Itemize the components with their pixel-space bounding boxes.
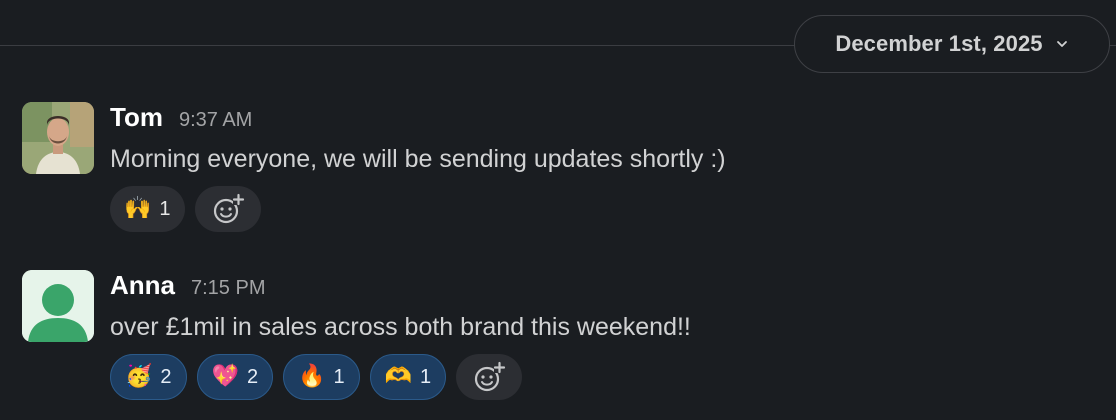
reaction-raising-hands[interactable]: 🙌 1 bbox=[110, 186, 185, 232]
add-reaction-button[interactable] bbox=[456, 354, 523, 400]
avatar[interactable] bbox=[22, 270, 94, 342]
avatar[interactable] bbox=[22, 102, 94, 174]
message-text: Morning everyone, we will be sending upd… bbox=[110, 145, 726, 173]
reaction-bar: 🥳 2 💖 2 🔥 1 🫶 1 bbox=[110, 354, 691, 400]
add-reaction-icon bbox=[475, 361, 506, 392]
raising-hands-emoji: 🙌 bbox=[124, 196, 152, 221]
reaction-count: 2 bbox=[160, 365, 172, 388]
message-timestamp[interactable]: 9:37 AM bbox=[179, 109, 252, 132]
message-header: Anna 7:15 PM bbox=[110, 270, 691, 306]
add-reaction-icon bbox=[213, 193, 244, 224]
sender-name[interactable]: Tom bbox=[110, 102, 163, 133]
reaction-count: 1 bbox=[333, 365, 345, 388]
fire-emoji: 🔥 bbox=[298, 364, 326, 389]
date-label: December 1st, 2025 bbox=[835, 31, 1043, 56]
reaction-sparkling-heart[interactable]: 💖 2 bbox=[196, 354, 274, 400]
chevron-down-icon bbox=[1056, 41, 1067, 47]
message-header: Tom 9:37 AM bbox=[110, 102, 726, 138]
reaction-count: 1 bbox=[159, 197, 171, 220]
reaction-fire[interactable]: 🔥 1 bbox=[283, 354, 360, 400]
sender-name[interactable]: Anna bbox=[110, 270, 175, 301]
message-body: Tom 9:37 AM Morning everyone, we will be… bbox=[110, 102, 726, 232]
default-user-avatar-icon bbox=[22, 270, 94, 342]
reaction-partying-face[interactable]: 🥳 2 bbox=[110, 354, 187, 400]
reaction-bar: 🙌 1 bbox=[110, 186, 726, 232]
add-reaction-button[interactable] bbox=[194, 186, 261, 232]
date-divider-button[interactable]: December 1st, 2025 bbox=[794, 15, 1110, 73]
reaction-heart-hands[interactable]: 🫶 1 bbox=[369, 354, 447, 400]
reaction-count: 1 bbox=[420, 365, 432, 388]
message-body: Anna 7:15 PM over £1mil in sales across … bbox=[110, 270, 691, 400]
sparkling-heart-emoji: 💖 bbox=[211, 364, 239, 389]
message-text: over £1mil in sales across both brand th… bbox=[110, 313, 691, 341]
reaction-count: 2 bbox=[246, 365, 259, 388]
heart-hands-emoji: 🫶 bbox=[384, 364, 412, 389]
partying-face-emoji: 🥳 bbox=[125, 364, 153, 389]
message-timestamp[interactable]: 7:15 PM bbox=[191, 277, 265, 300]
message-pane: December 1st, 2025 Tom 9:37 AM Morning e… bbox=[0, 0, 1116, 420]
profile-photo-icon bbox=[22, 102, 94, 174]
